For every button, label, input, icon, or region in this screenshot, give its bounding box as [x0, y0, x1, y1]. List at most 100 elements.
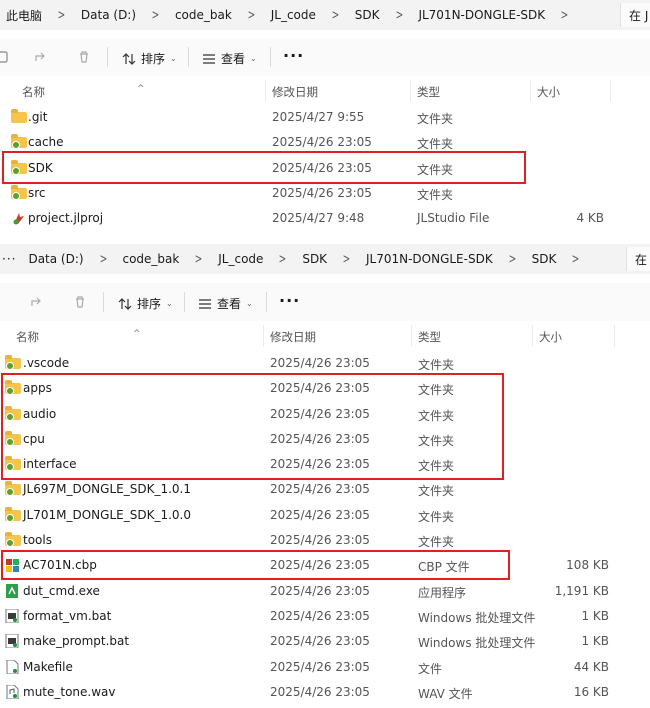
file-row[interactable]: project.jlproj 2025/4/27 9:48 JLStudio F… — [0, 206, 650, 231]
column-divider[interactable] — [532, 325, 533, 347]
address-bar[interactable]: ··· Data (D:) > code_bak > JL_code > SDK… — [0, 244, 650, 274]
search-input[interactable]: 在 — [626, 247, 650, 271]
breadcrumb-item[interactable]: SDK — [296, 252, 333, 266]
audio-file-icon — [6, 684, 19, 699]
sort-label: 排序 — [141, 52, 166, 66]
chevron-right-icon[interactable]: > — [242, 8, 261, 23]
file-row[interactable]: mute_tone.wav 2025/4/26 23:05 WAV 文件 16 … — [0, 680, 650, 705]
column-divider[interactable] — [265, 80, 266, 102]
file-row[interactable]: JL701M_DONGLE_SDK_1.0.0 2025/4/26 23:05 … — [0, 503, 650, 528]
share-icon[interactable] — [34, 50, 48, 64]
chevron-right-icon[interactable]: > — [503, 252, 522, 267]
file-row[interactable]: .git 2025/4/27 9:55 文件夹 — [0, 105, 650, 130]
column-size-header[interactable]: 大小 — [539, 329, 562, 345]
more-options-button[interactable]: ··· — [283, 46, 304, 65]
chevron-right-icon[interactable]: > — [52, 8, 71, 23]
column-divider[interactable] — [530, 80, 531, 102]
file-row[interactable]: SDK 2025/4/26 23:05 文件夹 — [0, 156, 650, 181]
chevron-right-icon[interactable]: > — [326, 8, 345, 23]
column-date-header[interactable]: 修改日期 — [270, 329, 316, 345]
file-type: 文件夹 — [418, 433, 455, 448]
breadcrumb-item[interactable]: code_bak — [169, 8, 238, 22]
chevron-right-icon[interactable]: > — [337, 252, 356, 267]
view-label: 查看 — [221, 52, 246, 66]
file-row[interactable]: src 2025/4/26 23:05 文件夹 — [0, 181, 650, 206]
column-type-header[interactable]: 类型 — [417, 84, 440, 100]
breadcrumb-item[interactable]: 此电脑 — [0, 7, 48, 24]
delete-icon[interactable] — [73, 295, 87, 309]
chevron-right-icon[interactable]: > — [189, 252, 208, 267]
delete-icon[interactable] — [77, 50, 91, 64]
bat-file-icon — [5, 634, 19, 649]
chevron-right-icon[interactable]: > — [566, 252, 585, 267]
breadcrumb-item[interactable]: Data (D:) — [22, 252, 89, 266]
chevron-right-icon[interactable]: > — [555, 8, 574, 23]
file-row[interactable]: format_vm.bat 2025/4/26 23:05 Windows 批处… — [0, 604, 650, 629]
column-name-header[interactable]: 名称 — [16, 329, 39, 345]
breadcrumb-item[interactable]: JL701N-DONGLE-SDK — [412, 8, 551, 22]
search-input[interactable]: 在 J — [620, 3, 650, 27]
search-placeholder: 在 J — [629, 9, 649, 23]
chevron-right-icon[interactable]: > — [273, 252, 292, 267]
copy-icon[interactable] — [0, 50, 10, 64]
file-row[interactable]: cache 2025/4/26 23:05 文件夹 — [0, 130, 650, 155]
file-row[interactable]: dut_cmd.exe 2025/4/26 23:05 应用程序 1,191 K… — [0, 579, 650, 604]
breadcrumb-item[interactable]: Data (D:) — [75, 8, 142, 22]
hidden-path-ellipsis[interactable]: ··· — [0, 252, 22, 266]
breadcrumb-item[interactable]: SDK — [349, 8, 386, 22]
column-name-header[interactable]: 名称 — [22, 84, 45, 100]
breadcrumb-item[interactable]: code_bak — [116, 252, 185, 266]
file-type: 文件夹 — [418, 509, 455, 524]
file-row[interactable]: Makefile 2025/4/26 23:05 文件 44 KB — [0, 655, 650, 680]
file-date: 2025/4/26 23:05 — [270, 406, 370, 421]
breadcrumb-item[interactable]: JL_code — [212, 252, 269, 266]
share-icon[interactable] — [30, 295, 44, 309]
column-divider[interactable] — [263, 325, 264, 347]
file-name: dut_cmd.exe — [23, 583, 100, 598]
column-divider[interactable] — [410, 80, 411, 102]
file-row[interactable]: tools 2025/4/26 23:05 文件夹 — [0, 528, 650, 553]
file-row[interactable]: make_prompt.bat 2025/4/26 23:05 Windows … — [0, 629, 650, 654]
file-row[interactable]: .vscode 2025/4/26 23:05 文件夹 — [0, 351, 650, 376]
column-divider[interactable] — [610, 80, 611, 102]
file-size: 1 KB — [581, 608, 609, 623]
column-type-header[interactable]: 类型 — [418, 329, 441, 345]
column-size-header[interactable]: 大小 — [537, 84, 560, 100]
column-divider[interactable] — [411, 325, 412, 347]
file-row[interactable]: apps 2025/4/26 23:05 文件夹 — [0, 376, 650, 401]
chevron-right-icon[interactable]: > — [146, 8, 165, 23]
column-divider[interactable] — [614, 325, 615, 347]
chevron-right-icon[interactable]: > — [390, 8, 409, 23]
file-type: CBP 文件 — [418, 560, 470, 575]
file-row[interactable]: interface 2025/4/26 23:05 文件夹 — [0, 452, 650, 477]
breadcrumb-item[interactable]: JL701N-DONGLE-SDK — [360, 252, 499, 266]
more-options-button[interactable]: ··· — [279, 291, 300, 310]
view-icon — [203, 53, 215, 64]
file-row[interactable]: JL697M_DONGLE_SDK_1.0.1 2025/4/26 23:05 … — [0, 477, 650, 502]
file-row[interactable]: audio 2025/4/26 23:05 文件夹 — [0, 402, 650, 427]
file-row[interactable]: AC701N.cbp 2025/4/26 23:05 CBP 文件 108 KB — [0, 553, 650, 578]
breadcrumb-item[interactable]: JL_code — [265, 8, 322, 22]
folder-synced-icon — [5, 532, 21, 548]
chevron-right-icon[interactable]: > — [94, 252, 113, 267]
folder-synced-icon — [11, 159, 27, 175]
column-date-header[interactable]: 修改日期 — [272, 84, 318, 100]
file-size: 1 KB — [581, 634, 609, 649]
sort-button[interactable]: 排序 ⌄ — [122, 50, 177, 67]
sort-ascending-icon: ^ — [133, 329, 141, 339]
view-button[interactable]: 查看 ⌄ — [198, 295, 253, 312]
file-list: .git 2025/4/27 9:55 文件夹 cache 2025/4/26 … — [0, 105, 650, 231]
address-bar[interactable]: 此电脑 > Data (D:) > code_bak > JL_code > S… — [0, 0, 650, 30]
command-bar: 排序 ⌄ 查看 ⌄ ··· — [0, 283, 650, 321]
file-date: 2025/4/27 9:55 — [272, 110, 365, 124]
sort-label: 排序 — [137, 297, 162, 311]
file-name: audio — [23, 406, 57, 421]
breadcrumb-item[interactable]: SDK — [526, 252, 563, 266]
view-button[interactable]: 查看 ⌄ — [202, 50, 257, 67]
folder-synced-icon — [5, 380, 21, 396]
file-name: cache — [28, 135, 64, 150]
file-row[interactable]: cpu 2025/4/26 23:05 文件夹 — [0, 427, 650, 452]
sort-button[interactable]: 排序 ⌄ — [118, 295, 173, 312]
generic-file-icon — [6, 659, 19, 674]
file-name: JL701M_DONGLE_SDK_1.0.0 — [23, 507, 191, 522]
